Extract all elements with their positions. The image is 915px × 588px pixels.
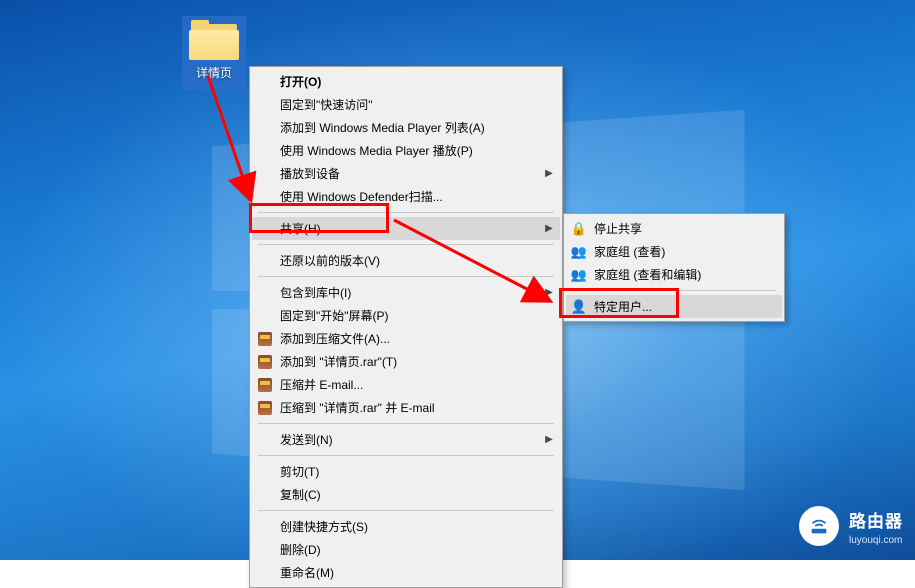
menu-item[interactable]: 创建快捷方式(S) xyxy=(252,515,560,538)
menu-item-label: 家庭组 (查看) xyxy=(594,243,776,260)
menu-item-label: 还原以前的版本(V) xyxy=(280,252,554,269)
group-icon: 👥 xyxy=(570,243,588,261)
menu-item-label: 播放到设备 xyxy=(280,165,544,182)
menu-item[interactable]: 👤 特定用户... xyxy=(566,295,782,318)
menu-item[interactable]: 使用 Windows Media Player 播放(P) xyxy=(252,139,560,162)
blank-icon xyxy=(256,307,274,325)
blank-icon xyxy=(256,284,274,302)
blank-icon xyxy=(256,252,274,270)
watermark-name: 路由器 xyxy=(849,507,903,532)
menu-separator xyxy=(258,510,554,511)
blank-icon xyxy=(256,486,274,504)
lock-icon: 🔒 xyxy=(570,220,588,238)
menu-item[interactable]: 👥 家庭组 (查看) xyxy=(566,240,782,263)
menu-item[interactable]: 固定到"快速访问" xyxy=(252,93,560,116)
blank-icon xyxy=(256,518,274,536)
menu-item-label: 剪切(T) xyxy=(280,463,554,480)
folder-label: 详情页 xyxy=(196,64,232,81)
menu-item[interactable]: 添加到压缩文件(A)... xyxy=(252,327,560,350)
menu-item[interactable]: 打开(O) xyxy=(252,70,560,93)
menu-separator xyxy=(572,290,776,291)
menu-separator xyxy=(258,423,554,424)
menu-item[interactable]: 剪切(T) xyxy=(252,460,560,483)
blank-icon xyxy=(256,119,274,137)
blank-icon xyxy=(256,188,274,206)
menu-item-label: 重命名(M) xyxy=(280,564,554,581)
menu-separator xyxy=(258,244,554,245)
submenu-arrow-icon: ▶ xyxy=(544,287,554,298)
folder-icon xyxy=(189,20,239,60)
menu-item-label: 家庭组 (查看和编辑) xyxy=(594,266,776,283)
menu-item[interactable]: 共享(H)▶ xyxy=(252,217,560,240)
context-menu: 打开(O) 固定到"快速访问" 添加到 Windows Media Player 列… xyxy=(249,66,563,588)
menu-item[interactable]: 👥 家庭组 (查看和编辑) xyxy=(566,263,782,286)
menu-item-label: 压缩并 E-mail... xyxy=(280,376,554,393)
menu-item-label: 共享(H) xyxy=(280,220,544,237)
menu-item-label: 包含到库中(I) xyxy=(280,284,544,301)
rar-icon xyxy=(256,376,274,394)
menu-separator xyxy=(258,455,554,456)
menu-item-label: 固定到"快速访问" xyxy=(280,96,554,113)
blank-icon xyxy=(256,541,274,559)
watermark: 路由器 luyouqi.com xyxy=(799,506,903,546)
menu-item-label: 发送到(N) xyxy=(280,431,544,448)
menu-item[interactable]: 播放到设备▶ xyxy=(252,162,560,185)
menu-item-label: 添加到 Windows Media Player 列表(A) xyxy=(280,119,554,136)
menu-item-label: 固定到"开始"屏幕(P) xyxy=(280,307,554,324)
menu-item-label: 使用 Windows Defender扫描... xyxy=(280,188,554,205)
rar-icon xyxy=(256,353,274,371)
menu-item[interactable]: 压缩到 "详情页.rar" 并 E-mail xyxy=(252,396,560,419)
desktop-background: 详情页 打开(O) 固定到"快速访问" 添加到 Windows Media Play… xyxy=(0,0,915,560)
blank-icon xyxy=(256,463,274,481)
menu-item[interactable]: 还原以前的版本(V) xyxy=(252,249,560,272)
group-icon: 👥 xyxy=(570,266,588,284)
menu-item-label: 压缩到 "详情页.rar" 并 E-mail xyxy=(280,399,554,416)
menu-item[interactable]: 压缩并 E-mail... xyxy=(252,373,560,396)
menu-item-label: 创建快捷方式(S) xyxy=(280,518,554,535)
menu-item[interactable]: 添加到 "详情页.rar"(T) xyxy=(252,350,560,373)
menu-separator xyxy=(258,276,554,277)
watermark-url: luyouqi.com xyxy=(849,535,902,546)
menu-item-label: 使用 Windows Media Player 播放(P) xyxy=(280,142,554,159)
blank-icon xyxy=(256,73,274,91)
menu-item-label: 删除(D) xyxy=(280,541,554,558)
menu-item[interactable]: 使用 Windows Defender扫描... xyxy=(252,185,560,208)
menu-item-label: 停止共享 xyxy=(594,220,776,237)
menu-item[interactable]: 包含到库中(I)▶ xyxy=(252,281,560,304)
menu-separator xyxy=(258,212,554,213)
rar-icon xyxy=(256,330,274,348)
menu-item[interactable]: 添加到 Windows Media Player 列表(A) xyxy=(252,116,560,139)
menu-item[interactable]: 重命名(M) xyxy=(252,561,560,584)
menu-item[interactable]: 复制(C) xyxy=(252,483,560,506)
desktop-folder[interactable]: 详情页 xyxy=(182,16,246,90)
router-icon xyxy=(799,506,839,546)
menu-item-label: 复制(C) xyxy=(280,486,554,503)
user-icon: 👤 xyxy=(570,298,588,316)
submenu-arrow-icon: ▶ xyxy=(544,434,554,445)
menu-item[interactable]: 删除(D) xyxy=(252,538,560,561)
menu-item-label: 添加到 "详情页.rar"(T) xyxy=(280,353,554,370)
blank-icon xyxy=(256,564,274,582)
rar-icon xyxy=(256,399,274,417)
submenu-arrow-icon: ▶ xyxy=(544,223,554,234)
menu-item[interactable]: 固定到"开始"屏幕(P) xyxy=(252,304,560,327)
blank-icon xyxy=(256,165,274,183)
submenu-arrow-icon: ▶ xyxy=(544,168,554,179)
menu-item-label: 特定用户... xyxy=(594,298,776,315)
share-submenu: 🔒 停止共享 👥 家庭组 (查看) 👥 家庭组 (查看和编辑) 👤 特定用户... xyxy=(563,213,785,322)
blank-icon xyxy=(256,142,274,160)
menu-item-label: 添加到压缩文件(A)... xyxy=(280,330,554,347)
blank-icon xyxy=(256,220,274,238)
blank-icon xyxy=(256,431,274,449)
menu-item[interactable]: 发送到(N)▶ xyxy=(252,428,560,451)
menu-item-label: 打开(O) xyxy=(280,73,554,90)
menu-item[interactable]: 🔒 停止共享 xyxy=(566,217,782,240)
blank-icon xyxy=(256,96,274,114)
